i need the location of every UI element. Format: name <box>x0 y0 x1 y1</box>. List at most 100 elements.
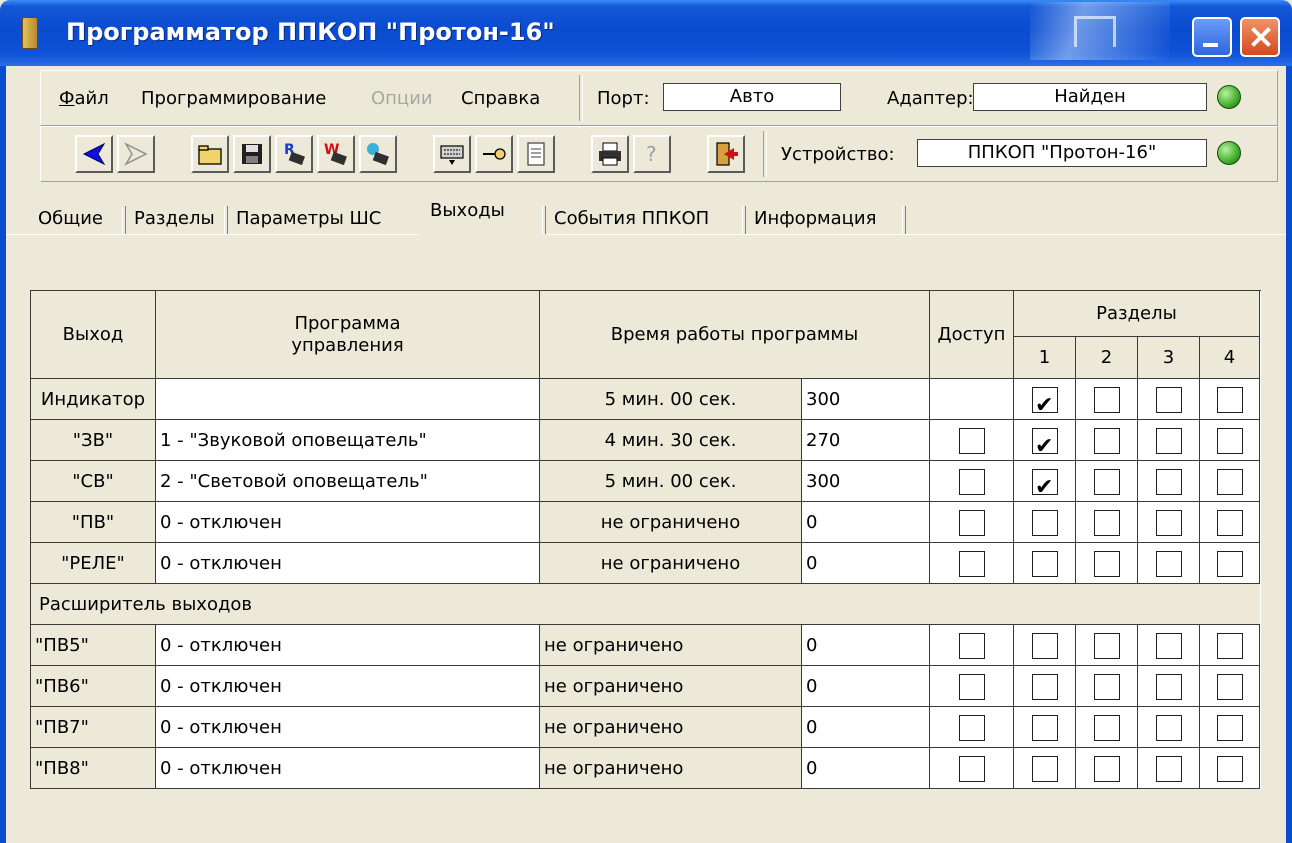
save-button[interactable] <box>233 135 271 173</box>
section-4-checkbox[interactable] <box>1217 633 1243 659</box>
section-2-checkbox[interactable] <box>1094 469 1120 495</box>
section-3-checkbox[interactable] <box>1156 469 1182 495</box>
section-3-checkbox[interactable] <box>1156 510 1182 536</box>
section-3-checkbox[interactable] <box>1156 387 1182 413</box>
tab-information[interactable]: Информация <box>754 208 876 229</box>
runtime-cell: не ограничено <box>540 748 802 789</box>
port-label: Порт: <box>597 88 650 109</box>
seconds-cell[interactable]: 0 <box>802 748 930 789</box>
section-3-checkbox[interactable] <box>1156 551 1182 577</box>
section-4-checkbox[interactable] <box>1217 715 1243 741</box>
section-1-checkbox[interactable] <box>1032 715 1058 741</box>
title-bar[interactable]: Программатор ППКОП "Протон-16" <box>0 0 1292 66</box>
section-2-checkbox[interactable] <box>1094 551 1120 577</box>
program-cell[interactable] <box>156 379 540 420</box>
help-button[interactable]: ? <box>633 135 671 173</box>
seconds-cell[interactable]: 300 <box>802 461 930 502</box>
section-3-checkbox[interactable] <box>1156 715 1182 741</box>
port-field[interactable]: Авто <box>663 83 841 111</box>
access-cell <box>930 379 1014 420</box>
access-checkbox[interactable] <box>959 469 985 495</box>
section-1-checkbox[interactable] <box>1032 385 1058 419</box>
access-checkbox[interactable] <box>959 715 985 741</box>
seconds-cell[interactable]: 0 <box>802 625 930 666</box>
program-cell[interactable]: 0 - отключен <box>156 625 540 666</box>
menu-programming[interactable]: Программирование <box>141 88 326 109</box>
program-cell[interactable]: 0 - отключен <box>156 707 540 748</box>
section-3-checkbox[interactable] <box>1156 428 1182 454</box>
section-4-checkbox[interactable] <box>1217 756 1243 782</box>
section-4-checkbox[interactable] <box>1217 469 1243 495</box>
section-1-checkbox[interactable] <box>1032 467 1058 501</box>
tab-outputs[interactable]: Выходы <box>424 200 511 221</box>
section-2-checkbox[interactable] <box>1094 715 1120 741</box>
section-2-checkbox[interactable] <box>1094 674 1120 700</box>
menu-file-label: айл <box>74 88 109 109</box>
back-button[interactable] <box>75 135 113 173</box>
access-checkbox[interactable] <box>959 510 985 536</box>
section-1-checkbox[interactable] <box>1032 633 1058 659</box>
section-1-checkbox[interactable] <box>1032 674 1058 700</box>
print-button[interactable] <box>591 135 629 173</box>
program-cell[interactable]: 0 - отключен <box>156 543 540 584</box>
section-4-checkbox[interactable] <box>1217 674 1243 700</box>
section-3-cell <box>1138 748 1200 789</box>
seconds-cell[interactable]: 0 <box>802 707 930 748</box>
section-2-checkbox[interactable] <box>1094 756 1120 782</box>
read-button[interactable]: R <box>275 135 313 173</box>
section-1-checkbox[interactable] <box>1032 756 1058 782</box>
seconds-cell[interactable]: 0 <box>802 543 930 584</box>
section-1-checkbox[interactable] <box>1032 510 1058 536</box>
program-cell[interactable]: 1 - "Звуковой оповещатель" <box>156 420 540 461</box>
title-watermark <box>1030 2 1170 60</box>
section-4-checkbox[interactable] <box>1217 510 1243 536</box>
tab-zone-params[interactable]: Параметры ШС <box>236 208 381 229</box>
program-cell[interactable]: 0 - отключен <box>156 502 540 543</box>
tab-sections[interactable]: Разделы <box>134 208 215 229</box>
program-cell[interactable]: 0 - отключен <box>156 748 540 789</box>
section-4-checkbox[interactable] <box>1217 387 1243 413</box>
program-cell[interactable]: 2 - "Световой оповещатель" <box>156 461 540 502</box>
section-4-cell <box>1200 461 1260 502</box>
section-3-checkbox[interactable] <box>1156 633 1182 659</box>
seconds-cell[interactable]: 270 <box>802 420 930 461</box>
notes-button[interactable] <box>517 135 555 173</box>
menu-options[interactable]: Опции <box>371 88 433 109</box>
section-1-checkbox[interactable] <box>1032 551 1058 577</box>
seconds-cell[interactable]: 0 <box>802 666 930 707</box>
access-checkbox[interactable] <box>959 756 985 782</box>
section-1-cell <box>1014 707 1076 748</box>
menu-help[interactable]: Справка <box>461 88 540 109</box>
menu-file[interactable]: Файл <box>59 88 109 109</box>
section-4-checkbox[interactable] <box>1217 428 1243 454</box>
section-3-checkbox[interactable] <box>1156 756 1182 782</box>
section-2-checkbox[interactable] <box>1094 510 1120 536</box>
help-icon: ? <box>646 142 657 166</box>
close-button[interactable] <box>1240 17 1280 57</box>
tab-general[interactable]: Общие <box>38 208 103 229</box>
seconds-cell[interactable]: 0 <box>802 502 930 543</box>
verify-button[interactable] <box>359 135 397 173</box>
write-button[interactable]: W <box>317 135 355 173</box>
section-3-checkbox[interactable] <box>1156 674 1182 700</box>
minimize-button[interactable] <box>1192 17 1232 57</box>
access-checkbox[interactable] <box>959 551 985 577</box>
seconds-cell[interactable]: 300 <box>802 379 930 420</box>
section-1-checkbox[interactable] <box>1032 426 1058 460</box>
menu-bar: Файл Программирование Опции Справка Порт… <box>40 70 1278 126</box>
tab-separator <box>542 206 546 234</box>
tab-events[interactable]: События ППКОП <box>554 208 709 229</box>
keyboard-button[interactable] <box>433 135 471 173</box>
access-checkbox[interactable] <box>959 633 985 659</box>
access-checkbox[interactable] <box>959 674 985 700</box>
key-button[interactable] <box>475 135 513 173</box>
section-2-checkbox[interactable] <box>1094 633 1120 659</box>
section-4-checkbox[interactable] <box>1217 551 1243 577</box>
section-2-checkbox[interactable] <box>1094 428 1120 454</box>
open-button[interactable] <box>191 135 229 173</box>
program-cell[interactable]: 0 - отключен <box>156 666 540 707</box>
access-checkbox[interactable] <box>959 428 985 454</box>
forward-button[interactable] <box>117 135 155 173</box>
section-2-checkbox[interactable] <box>1094 387 1120 413</box>
exit-button[interactable] <box>707 135 745 173</box>
